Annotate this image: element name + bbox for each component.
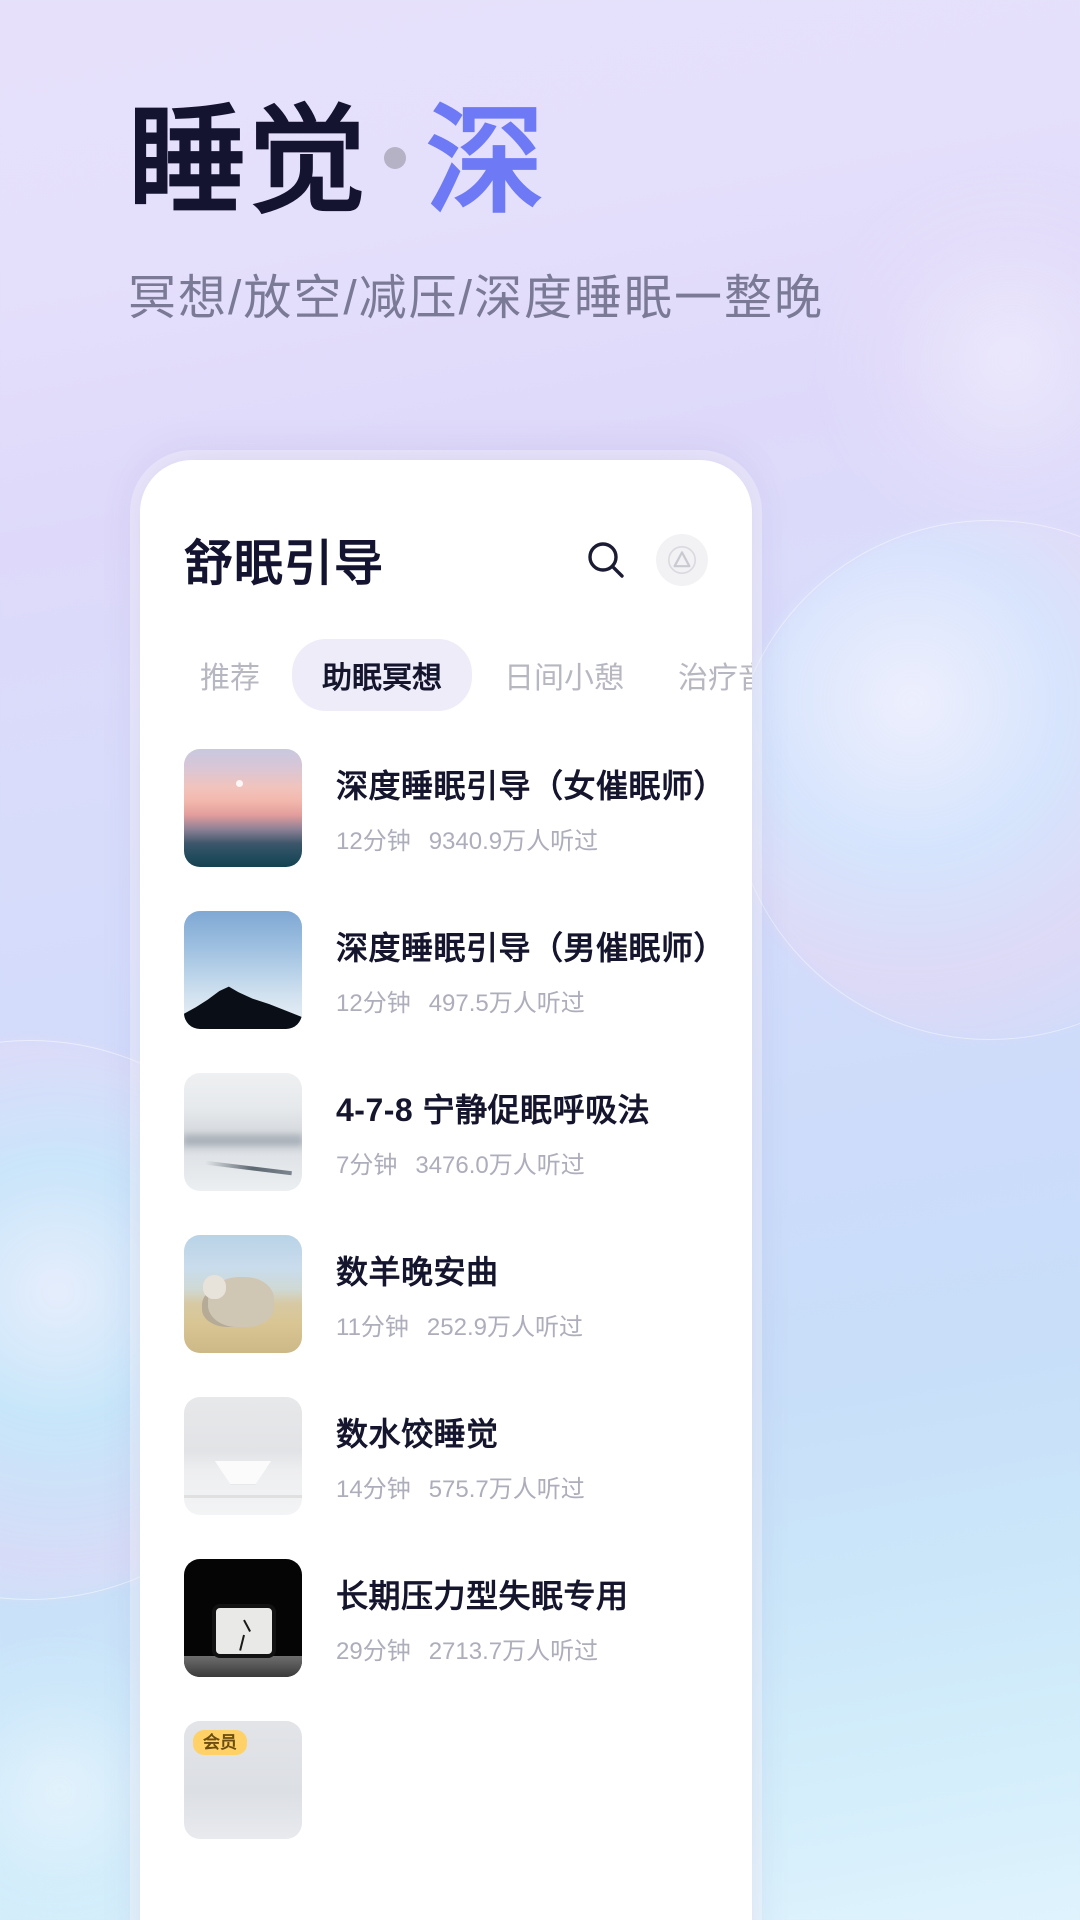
track-duration: 29分钟 [336,1637,411,1665]
headline-dot-separator [384,146,407,169]
tab-daytime-nap[interactable]: 日间小憩 [482,639,646,711]
track-title: 深度睡眠引导（女催眠师） [336,767,727,804]
track-thumbnail [184,911,302,1029]
list-item[interactable]: 数羊晚安曲 11分钟 252.9万人听过 [140,1213,752,1375]
track-title: 数羊晚安曲 [336,1253,499,1290]
clock-icon [212,1603,277,1659]
header-actions [584,533,708,586]
search-icon[interactable] [584,538,628,582]
track-duration: 12分钟 [336,827,411,855]
track-thumbnail [184,1073,302,1191]
tab-bar: 推荐 助眠冥想 日间小憩 治疗音乐 睡前冥想 [140,595,752,711]
track-meta: 7分钟 3476.0万人听过 [336,1145,650,1180]
tab-recommend[interactable]: 推荐 [178,639,282,711]
track-plays: 575.7万人听过 [428,1475,585,1503]
track-duration: 14分钟 [336,1475,411,1503]
track-text: 长期压力型失眠专用 29分钟 2713.7万人听过 [336,1571,629,1666]
track-plays: 9340.9万人听过 [428,827,599,855]
track-title: 深度睡眠引导（男催眠师） [336,929,727,966]
track-title: 4-7-8 宁静促眠呼吸法 [336,1091,651,1128]
track-meta: 14分钟 575.7万人听过 [336,1469,585,1504]
track-meta: 12分钟 9340.9万人听过 [336,821,708,856]
list-item[interactable]: 会员 [140,1699,752,1861]
track-text: 数水饺睡觉 14分钟 575.7万人听过 [336,1409,585,1504]
track-plays: 2713.7万人听过 [428,1637,599,1665]
track-plays: 3476.0万人听过 [415,1151,585,1179]
phone-mockup: 舒眠引导 推荐 助眠冥想 日间小憩 治疗音乐 睡前冥想 [140,460,752,1920]
app-header: 舒眠引导 [140,460,752,595]
track-thumbnail [184,1235,302,1353]
track-thumbnail [184,1559,302,1677]
hero-section: 睡觉深 冥想/放空/减压/深度睡眠一整晚 [0,0,1080,328]
track-duration: 7分钟 [336,1151,398,1179]
track-meta: 11分钟 252.9万人听过 [336,1307,583,1342]
list-item[interactable]: 4-7-8 宁静促眠呼吸法 7分钟 3476.0万人听过 [140,1051,752,1213]
tab-healing-music[interactable]: 治疗音乐 [656,639,752,711]
track-plays: 252.9万人听过 [426,1313,583,1341]
app-title: 舒眠引导 [184,537,385,591]
track-plays: 497.5万人听过 [428,989,585,1017]
track-thumbnail [184,749,302,867]
track-thumbnail [184,1397,302,1515]
track-title: 数水饺睡觉 [336,1415,499,1452]
track-text: 深度睡眠引导（男催眠师） 12分钟 497.5万人听过 [336,923,727,1018]
page-subtitle: 冥想/放空/减压/深度睡眠一整晚 [128,272,825,326]
track-text: 4-7-8 宁静促眠呼吸法 7分钟 3476.0万人听过 [336,1085,650,1180]
decorative-orb-right [730,520,1080,1040]
list-item[interactable]: 深度睡眠引导（男催眠师） 12分钟 497.5万人听过 [140,889,752,1051]
list-item[interactable]: 长期压力型失眠专用 29分钟 2713.7万人听过 [140,1537,752,1699]
headline-accent: 深 [426,96,547,228]
track-duration: 11分钟 [336,1313,409,1341]
vip-badge: 会员 [193,1730,247,1755]
list-item[interactable]: 深度睡眠引导（女催眠师） 12分钟 9340.9万人听过 [140,727,752,889]
track-thumbnail: 会员 [184,1721,302,1839]
track-title: 长期压力型失眠专用 [336,1577,629,1614]
track-meta: 29分钟 2713.7万人听过 [336,1631,629,1666]
list-item[interactable]: 数水饺睡觉 14分钟 575.7万人听过 [140,1375,752,1537]
page-title: 睡觉深 [0,96,1080,228]
track-text: 深度睡眠引导（女催眠师） 12分钟 9340.9万人听过 [336,761,727,856]
track-meta: 12分钟 497.5万人听过 [336,983,708,1018]
headline-primary: 睡觉 [128,96,369,228]
tab-sleep-meditation[interactable]: 助眠冥想 [292,639,472,711]
decorative-orb-right-ring [730,520,1080,1040]
track-duration: 12分钟 [336,989,411,1017]
track-list: 深度睡眠引导（女催眠师） 12分钟 9340.9万人听过 深度睡眠引导（男催眠师）… [140,711,752,1861]
track-text: 数羊晚安曲 11分钟 252.9万人听过 [336,1247,583,1342]
triangle-badge-icon[interactable] [656,533,708,586]
